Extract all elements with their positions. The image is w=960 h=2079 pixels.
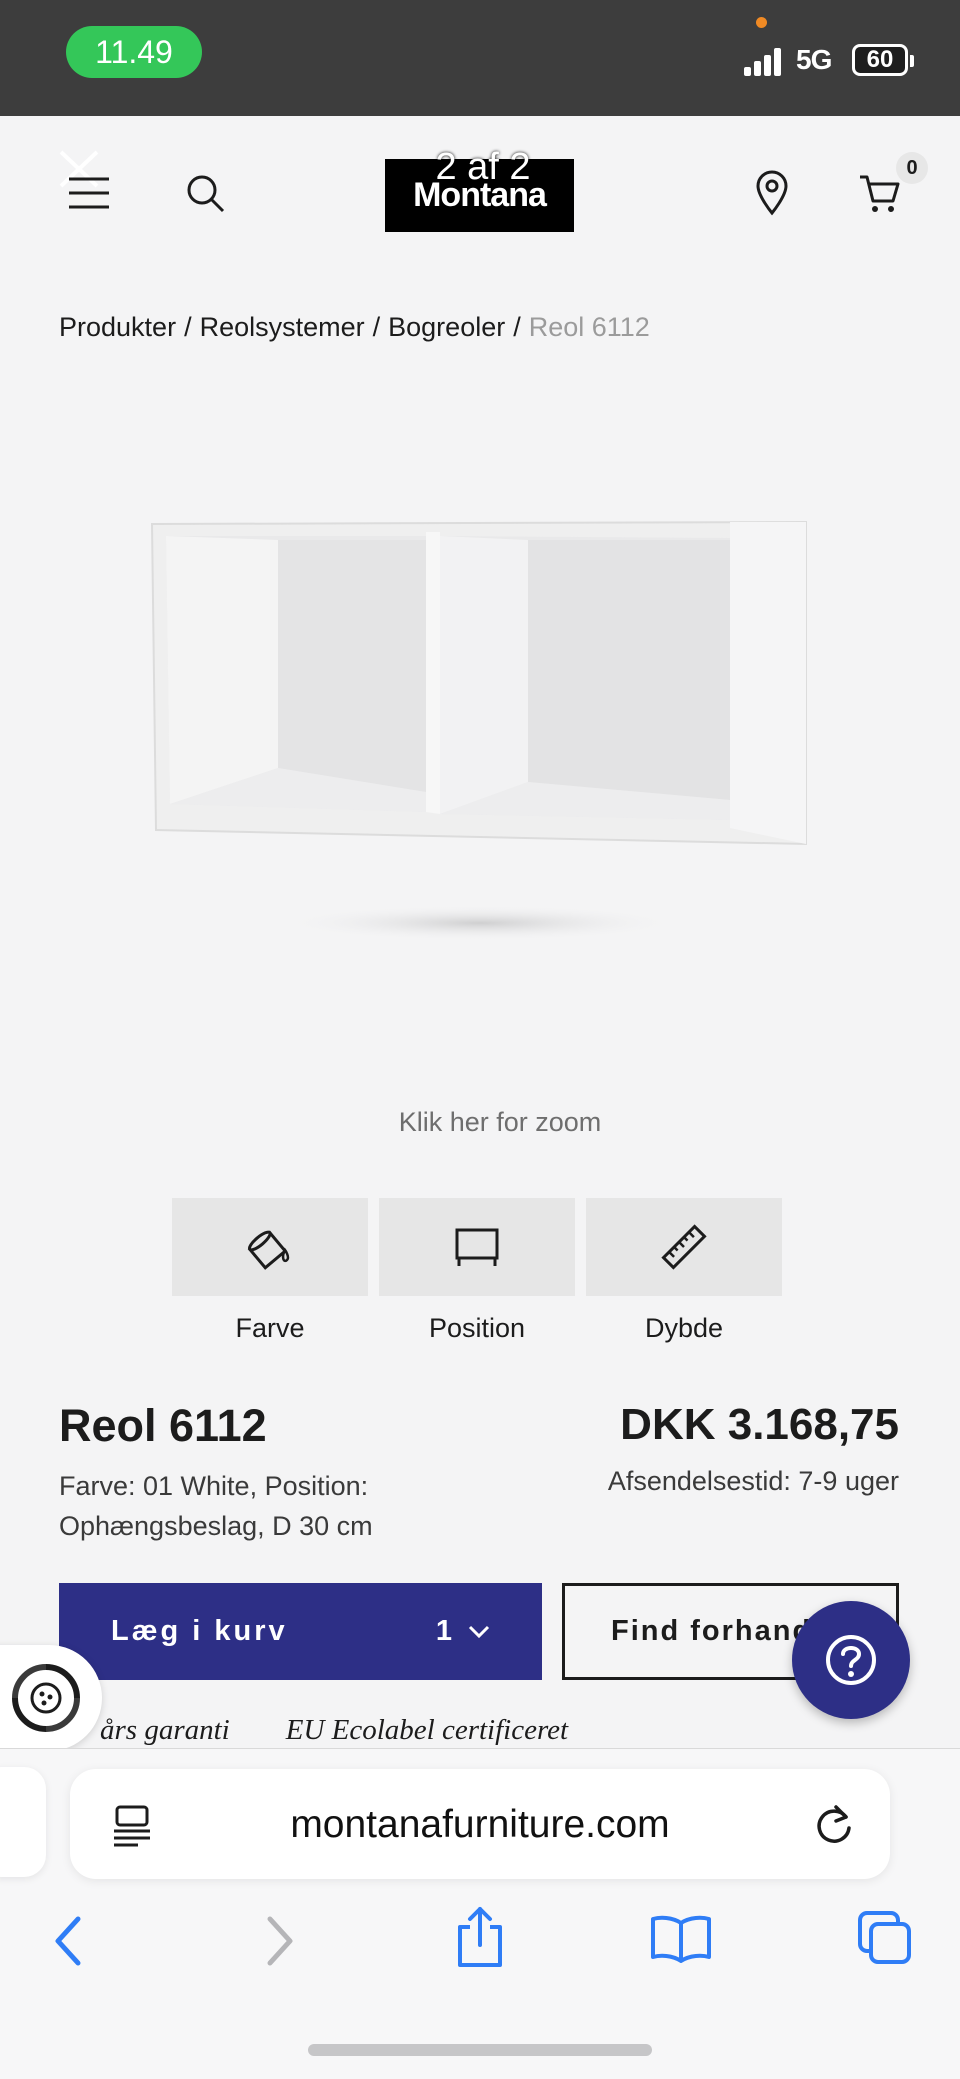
breadcrumb-separator: / [184, 312, 192, 342]
product-image[interactable] [140, 510, 820, 950]
shipping-time: Afsendelsestid: 7-9 uger [607, 1466, 899, 1496]
breadcrumb-separator: / [372, 312, 381, 342]
address-bar[interactable]: montanafurniture.com [70, 1769, 890, 1879]
paint-bucket-icon [247, 1230, 290, 1270]
option-position-label: Position [428, 1313, 526, 1343]
option-farve-button[interactable] [172, 1198, 368, 1296]
breadcrumb-link-produkter[interactable]: Produkter [59, 312, 176, 342]
cart-count-badge: 0 [896, 152, 928, 184]
warranty-badge: års garanti [100, 1714, 230, 1746]
chevron-down-icon [468, 1625, 490, 1638]
bookmarks-icon[interactable] [650, 1913, 712, 1963]
option-dybde-button[interactable] [586, 1198, 782, 1296]
forward-arrow-icon[interactable] [262, 1913, 296, 1969]
status-time[interactable]: 11.49 [66, 26, 202, 78]
home-indicator[interactable] [308, 2044, 652, 2056]
site-header: Montana 2 af 2 0 [0, 116, 960, 266]
quantity-value: 1 [435, 1615, 452, 1647]
cellular-signal-icon [744, 46, 788, 76]
product-title: Reol 6112 [59, 1400, 267, 1451]
cart-icon[interactable] [858, 172, 902, 216]
help-button[interactable] [792, 1601, 910, 1719]
store-locator-icon[interactable] [755, 170, 789, 216]
add-to-cart-label: Læg i kurv [111, 1615, 288, 1647]
reload-icon[interactable] [812, 1803, 856, 1847]
option-farve-label: Farve [235, 1313, 305, 1343]
url-text[interactable]: montanafurniture.com [70, 1803, 890, 1847]
browser-toolbar: montanafurniture.com [0, 1748, 960, 2079]
tabs-icon[interactable] [856, 1909, 914, 1967]
zoom-hint[interactable]: Klik her for zoom [0, 1107, 960, 1138]
network-type-label: 5G [796, 44, 832, 75]
trust-badges: års garanti EU Ecolabel certificeret [100, 1714, 568, 1747]
breadcrumb: Produkter / Reolsystemer / Bogreoler / Reol 61… [59, 312, 650, 343]
battery-level: 60 [866, 46, 894, 73]
wall-mount-icon [455, 1228, 499, 1266]
product-price: DKK 3.168,75 [620, 1400, 899, 1449]
add-to-cart-button[interactable]: Læg i kurv 1 [59, 1583, 542, 1680]
gallery-counter: 2 af 2 [435, 146, 531, 188]
breadcrumb-link-bogreoler[interactable]: Bogreoler [388, 312, 505, 342]
back-arrow-icon[interactable] [52, 1913, 86, 1969]
help-icon [826, 1635, 876, 1685]
battery-icon: 60 [852, 44, 914, 76]
cookie-consent-icon [12, 1664, 80, 1732]
quantity-selector[interactable]: 1 [436, 1615, 490, 1648]
option-dybde-label: Dybde [644, 1313, 724, 1343]
ruler-icon [661, 1224, 707, 1270]
previous-tab-peek[interactable] [0, 1767, 46, 1877]
breadcrumb-separator: / [513, 312, 521, 342]
camera-indicator-dot [756, 17, 767, 28]
search-icon[interactable] [185, 173, 227, 215]
option-position-button[interactable] [379, 1198, 575, 1296]
status-bar: 11.49 5G 60 [0, 0, 960, 116]
hamburger-menu-icon[interactable] [67, 176, 111, 210]
breadcrumb-link-reolsystemer[interactable]: Reolsystemer [200, 312, 365, 342]
cookie-settings-button[interactable] [0, 1645, 102, 1751]
breadcrumb-current: Reol 6112 [528, 312, 650, 342]
share-icon[interactable] [454, 1905, 506, 1969]
product-configuration: Farve: 01 White, Position: Ophængsbeslag… [59, 1471, 373, 1541]
ecolabel-badge: EU Ecolabel certificeret [285, 1714, 569, 1746]
